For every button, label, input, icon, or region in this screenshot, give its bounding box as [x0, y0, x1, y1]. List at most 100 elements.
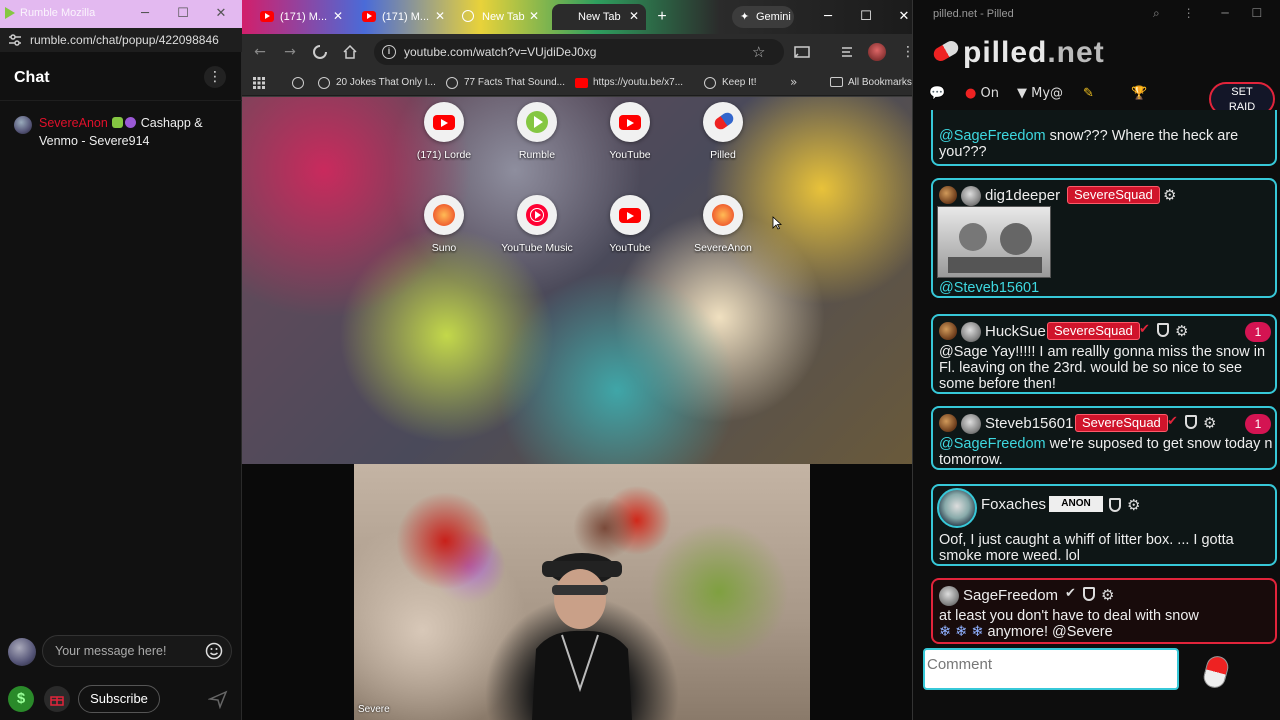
- attached-image[interactable]: [937, 206, 1051, 278]
- mention-link[interactable]: @SageFreedom: [939, 436, 1046, 452]
- mention-link[interactable]: @SageFreedom: [939, 128, 1046, 144]
- shortcut-suno[interactable]: Suno: [409, 195, 479, 265]
- cast-icon[interactable]: [794, 44, 810, 60]
- youtube-icon: [433, 115, 455, 130]
- more-options-icon[interactable]: ⋮: [204, 66, 226, 88]
- rumble-url: rumble.com/chat/popup/422098846: [30, 33, 219, 47]
- avatar[interactable]: [961, 186, 981, 206]
- minimize-icon[interactable]: ─: [130, 4, 160, 24]
- chat-message-text: Oof, I just caught a whiff of litter box…: [939, 532, 1234, 564]
- youtube-icon: [362, 11, 376, 22]
- close-tab-icon[interactable]: ✕: [434, 10, 446, 22]
- trophy-icon[interactable]: 🏆: [1131, 84, 1147, 104]
- site-settings-icon[interactable]: [8, 33, 22, 47]
- suno-icon: [433, 204, 455, 226]
- comment-input[interactable]: Comment: [923, 648, 1179, 690]
- bookmark-2[interactable]: 77 Facts That Sound...: [446, 75, 566, 91]
- shortcut-rumble[interactable]: Rumble: [502, 102, 572, 172]
- send-pill-icon[interactable]: [1201, 653, 1231, 691]
- address-bar[interactable]: i youtube.com/watch?v=VUjdiDeJ0xg ☆: [374, 39, 784, 65]
- chat-input[interactable]: Your message here!: [42, 635, 232, 667]
- bookmark-globe[interactable]: [292, 75, 312, 91]
- home-icon[interactable]: [342, 44, 358, 60]
- bookmark-4[interactable]: Keep It!: [704, 75, 764, 91]
- chrome-icon: [462, 10, 474, 22]
- pill-toggle[interactable]: ● On: [965, 84, 999, 104]
- rumble-logo-icon: [5, 7, 15, 19]
- gear-icon[interactable]: ⚙: [1175, 322, 1188, 340]
- avatar[interactable]: [939, 586, 959, 606]
- bookmark-3[interactable]: https://youtu.be/x7...: [575, 75, 693, 91]
- close-tab-icon[interactable]: ✕: [332, 10, 344, 22]
- chat-username[interactable]: dig1deeper: [985, 187, 1060, 204]
- reply-count-badge[interactable]: 1: [1245, 414, 1271, 434]
- shortcut-lorde[interactable]: (171) Lorde: [409, 102, 479, 172]
- minimize-icon[interactable]: ─: [1221, 6, 1228, 20]
- gear-icon[interactable]: ⚙: [1203, 414, 1216, 432]
- shortcut-youtube-music[interactable]: YouTube Music: [501, 195, 573, 265]
- pills-icon[interactable]: ✎: [1083, 84, 1094, 104]
- tab-3[interactable]: New Tab ✕: [454, 4, 546, 30]
- new-tab-icon[interactable]: +: [652, 8, 672, 26]
- maximize-icon[interactable]: ☐: [1251, 6, 1262, 20]
- chat-message-text: at least you don't have to deal with sno…: [939, 608, 1199, 640]
- mention-link[interactable]: @Steveb15601: [939, 280, 1039, 296]
- all-bookmarks[interactable]: All Bookmarks: [830, 75, 924, 91]
- reply-count-badge[interactable]: 1: [1245, 322, 1271, 342]
- info-icon[interactable]: i: [382, 45, 396, 59]
- chat-message-body: SevereAnon Cashapp & Venmo - Severe914: [39, 114, 229, 150]
- shortcut-youtube[interactable]: YouTube: [595, 102, 665, 172]
- shortcut-severeanon[interactable]: SevereAnon: [688, 195, 758, 265]
- chat-input-placeholder: Your message here!: [55, 644, 167, 658]
- gear-icon[interactable]: ⚙: [1127, 496, 1140, 514]
- avatar[interactable]: [961, 414, 981, 434]
- chat-username[interactable]: Foxaches: [981, 496, 1046, 513]
- chat-username[interactable]: HuckSue: [985, 323, 1046, 340]
- forward-icon[interactable]: →: [280, 42, 300, 62]
- tab-label: New Tab: [482, 11, 525, 23]
- chat-username[interactable]: SageFreedom: [963, 587, 1058, 604]
- gear-icon[interactable]: ⚙: [1163, 186, 1176, 204]
- tab-2[interactable]: (171) M... ✕: [354, 4, 450, 30]
- shortcut-youtube-2[interactable]: YouTube: [595, 195, 665, 265]
- emoji-icon[interactable]: [205, 642, 223, 660]
- profile-avatar[interactable]: [868, 43, 886, 61]
- maximize-icon[interactable]: ☐: [852, 6, 880, 28]
- maximize-icon[interactable]: ☐: [168, 4, 198, 24]
- rant-button[interactable]: $: [8, 686, 34, 712]
- avatar[interactable]: [961, 322, 981, 342]
- rumble-url-bar[interactable]: rumble.com/chat/popup/422098846: [0, 28, 242, 52]
- back-icon[interactable]: ←: [250, 42, 270, 62]
- shortcut-pilled[interactable]: Pilled: [688, 102, 758, 172]
- close-tab-icon[interactable]: ✕: [528, 10, 540, 22]
- squad-tag: SevereSquad: [1047, 322, 1140, 340]
- bookmark-star-icon[interactable]: ☆: [752, 43, 765, 61]
- more-bookmarks-icon[interactable]: »: [790, 75, 797, 89]
- bookmark-1[interactable]: 20 Jokes That Only I...: [318, 75, 438, 91]
- close-tab-icon[interactable]: ✕: [628, 10, 640, 22]
- gear-icon[interactable]: ⚙: [1101, 586, 1114, 604]
- apps-grid-icon[interactable]: [252, 76, 266, 90]
- tab-4-active[interactable]: New Tab ✕: [552, 4, 646, 30]
- more-options-icon[interactable]: ⋮: [1183, 6, 1195, 20]
- browser-toolbar: ← → i youtube.com/watch?v=VUjdiDeJ0xg ☆ …: [242, 34, 924, 70]
- loading-spinner-icon[interactable]: [312, 44, 328, 60]
- zoom-icon[interactable]: ⌕: [1153, 6, 1160, 20]
- check-icon: ✔: [1167, 414, 1178, 429]
- gemini-button[interactable]: ✦ Gemini: [732, 6, 794, 28]
- bookmark-label: https://youtu.be/x7...: [593, 77, 684, 88]
- minimize-icon[interactable]: ─: [814, 6, 842, 28]
- gift-button[interactable]: [44, 686, 70, 712]
- close-icon[interactable]: ✕: [206, 4, 236, 24]
- chat-username[interactable]: SevereAnon: [39, 116, 108, 130]
- avatar[interactable]: [937, 488, 977, 528]
- avatar[interactable]: [14, 116, 32, 134]
- chat-username[interactable]: Steveb15601: [985, 415, 1073, 432]
- send-icon[interactable]: [208, 689, 228, 709]
- subscribe-button[interactable]: Subscribe: [78, 685, 160, 713]
- tab-1[interactable]: (171) M... ✕: [252, 4, 348, 30]
- chat-bubbles-icon[interactable]: 💬: [929, 84, 945, 104]
- chat-card: HuckSue SevereSquad ✔ ⚙ 1 @Sage Yay!!!!!…: [931, 314, 1277, 394]
- tab-search-icon[interactable]: [840, 44, 856, 60]
- mentions-filter[interactable]: ▼ My@: [1017, 84, 1063, 104]
